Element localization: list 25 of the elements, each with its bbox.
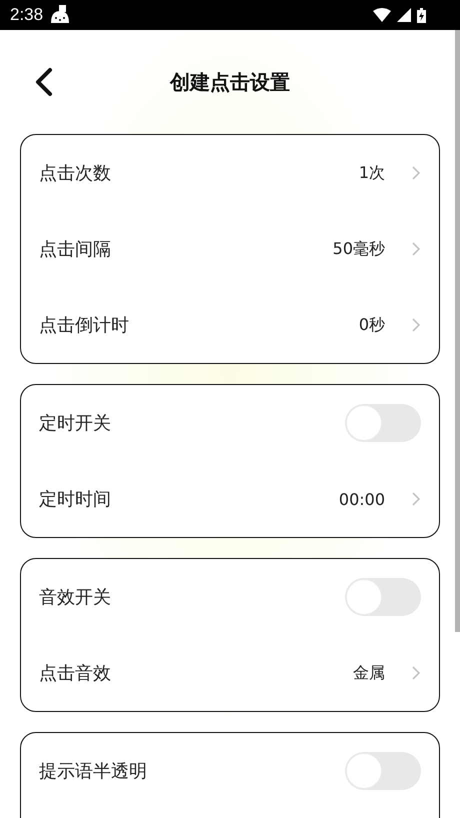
chevron-icon[interactable] [411, 491, 421, 507]
battery-icon [417, 8, 426, 22]
setting-label: 定时时间 [39, 488, 112, 511]
chevron-icon[interactable] [411, 665, 421, 681]
android-icon [49, 5, 72, 25]
setting-value: 1次 [358, 162, 385, 184]
setting-value: 金属 [353, 662, 385, 684]
setting-value: 0秒 [358, 314, 385, 336]
setting-label: 点击次数 [39, 162, 112, 185]
wifi-icon [373, 8, 391, 22]
setting-value: 50毫秒 [332, 238, 385, 260]
setting-label: 音效开关 [39, 586, 112, 609]
setting-label: 点击音效 [39, 662, 112, 685]
setting-label: 提示语半透明 [39, 760, 148, 783]
signal-icon [397, 8, 411, 22]
page-title: 创建点击设置 [170, 68, 290, 96]
setting-label: 定时开关 [39, 412, 112, 435]
setting-label: 点击间隔 [39, 238, 112, 261]
setting-label: 点击倒计时 [39, 314, 130, 337]
chevron-icon[interactable] [411, 165, 421, 181]
setting-value: 00:00 [338, 490, 385, 508]
chevron-icon[interactable] [411, 317, 421, 333]
chevron-icon[interactable] [411, 241, 421, 257]
status-time: 2:38 [10, 5, 44, 25]
back-icon[interactable] [33, 67, 55, 97]
